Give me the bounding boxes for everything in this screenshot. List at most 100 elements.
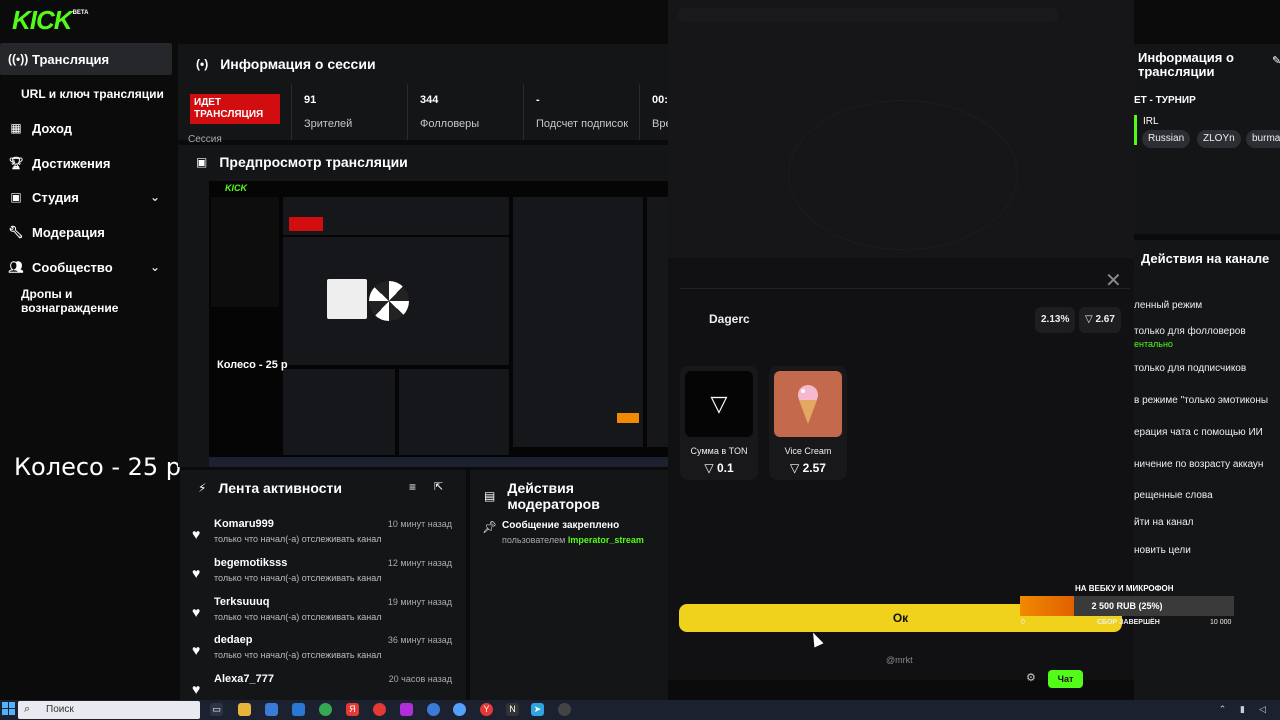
heart-icon: ♥ — [192, 642, 201, 658]
stat-value: - — [536, 94, 540, 106]
app-icon[interactable]: N — [506, 703, 519, 716]
mini-chat — [513, 197, 643, 447]
channel-action-slow-mode[interactable]: ленный режим — [1134, 300, 1202, 311]
store-icon[interactable] — [265, 703, 278, 716]
preview-wheel-label: Колесо - 25 р — [217, 359, 288, 371]
yandex-browser-icon[interactable]: Y — [480, 703, 493, 716]
mini-goal — [617, 413, 639, 423]
channel-action-banned-words[interactable]: рещенные слова — [1134, 490, 1213, 501]
channel-action-followers-only[interactable]: только для фолловеров — [1134, 326, 1246, 337]
channel-action-emote-only[interactable]: в режиме "только эмотиконы — [1134, 395, 1268, 406]
sidebar-item-url-key[interactable]: URL и ключ трансляции — [0, 78, 172, 110]
volume-icon[interactable]: ◁ — [1256, 703, 1269, 716]
sidebar-item-achievements[interactable]: 🏆︎ Достижения — [0, 147, 172, 179]
activity-username[interactable]: dedaep — [214, 634, 253, 646]
ton-amount-card[interactable]: ▽ Сумма в TON ▽ 0.1 — [680, 366, 758, 480]
activity-username[interactable]: Terksuuuq — [214, 596, 269, 608]
settings-icon[interactable]: ⚙ — [1026, 671, 1036, 684]
sidebar-item-drops[interactable]: Дропы и вознаграждение — [0, 285, 172, 317]
stream-category[interactable]: IRL — [1143, 116, 1159, 127]
channel-action-ai-moderation[interactable]: ерация чата с помощью ИИ — [1134, 427, 1263, 438]
mini-live-badge — [289, 217, 323, 231]
stream-preview-video[interactable]: KICK — [209, 181, 668, 467]
sidebar-item-studio[interactable]: ▣ Студия ⌄ — [0, 181, 172, 213]
channel-action-status: ентально — [1134, 339, 1173, 349]
sidebar-item-label: Студия — [32, 189, 79, 205]
activity-username[interactable]: Alexa7_777 — [214, 673, 274, 685]
stat-label: Зрителей — [304, 118, 353, 130]
ton-icon: ▽ — [685, 371, 753, 437]
search-icon: ⌕ — [24, 703, 31, 715]
vice-cream-card[interactable]: Vice Cream ▽ 2.57 — [769, 366, 847, 480]
stat-viewers: 91 Зрителей — [291, 84, 407, 140]
goal-min: 0 — [1021, 619, 1025, 626]
mod-action-text: Сообщение закреплено — [502, 520, 620, 531]
tray-icon[interactable]: ⌃ — [1216, 703, 1229, 716]
card-price: ▽ 0.1 — [704, 461, 734, 475]
mod-action-user[interactable]: Imperator_stream — [568, 535, 644, 545]
mini-moderation — [399, 369, 509, 455]
activity-username[interactable]: begemotiksss — [214, 557, 287, 569]
channel-action-go-to-channel[interactable]: йти на канал — [1134, 517, 1193, 528]
popout-icon[interactable]: ⇱ — [434, 480, 443, 493]
sidebar-item-label: Трансляция — [32, 51, 110, 67]
mini-right-panel — [647, 197, 668, 447]
telegram-icon[interactable]: ➤ — [531, 703, 544, 716]
panel-title-text: Предпросмотр трансляции — [219, 154, 408, 170]
heart-icon: ♥ — [192, 565, 201, 581]
channel-action-account-age[interactable]: ничение по возрасту аккаун — [1134, 459, 1263, 470]
stat-subscriptions: - Подсчет подписок — [523, 84, 639, 140]
sidebar-item-label: URL и ключ трансляции — [21, 87, 164, 101]
yandex-icon[interactable]: Я — [346, 703, 359, 716]
browser-icon[interactable] — [453, 703, 466, 716]
kick-logo[interactable]: KICK BETA — [8, 7, 88, 36]
channel-action-subscribers-only[interactable]: только для подписчиков — [1134, 363, 1246, 374]
session-sub-label: Сессия — [188, 134, 222, 145]
sidebar-item-moderation[interactable]: 🔧︎ Модерация — [0, 216, 172, 248]
activity-desc: только что начал(-а) отслеживать канал — [214, 612, 382, 622]
lightning-icon: ⚡︎ — [198, 481, 207, 495]
mail-icon[interactable] — [292, 703, 305, 716]
stat-label: Вре — [652, 118, 668, 130]
stream-title: ЕТ - ТУРНИР — [1134, 95, 1196, 106]
chat-button[interactable]: Чат — [1048, 670, 1083, 688]
sidebar-item-broadcast[interactable]: ((•)) Трансляция — [0, 43, 172, 75]
session-info-title: (•) Информация о сессии — [196, 56, 376, 72]
sidebar-item-label: Доход — [32, 120, 72, 136]
goal-progress-bar: 2 500 RUB (25%) — [1020, 596, 1234, 616]
close-icon[interactable]: ✕ — [1105, 268, 1122, 293]
obs-icon[interactable] — [558, 703, 571, 716]
mrkt-footer: @mrkt — [886, 655, 913, 665]
edit-icon[interactable]: ✎ — [1272, 54, 1280, 67]
network-icon[interactable]: ▮ — [1236, 703, 1249, 716]
filter-icon[interactable]: ≡ — [409, 480, 416, 494]
mini-sidebar — [211, 197, 279, 307]
stat-value: 344 — [420, 94, 439, 106]
windows-start-icon[interactable] — [2, 702, 16, 716]
taskbar-search[interactable]: ⌕ Поиск — [18, 701, 200, 719]
stream-info-title: Информация о трансляции — [1138, 50, 1234, 79]
category-thumb — [1134, 115, 1137, 145]
file-explorer-icon[interactable] — [238, 703, 251, 716]
goal-max: 10 000 — [1210, 619, 1232, 626]
sidebar-item-income[interactable]: ▦ Доход — [0, 112, 172, 144]
activity-desc: только что начал(-а) отслеживать канал — [214, 534, 382, 544]
activity-username[interactable]: Komaru999 — [214, 518, 274, 530]
chrome-icon[interactable] — [319, 703, 332, 716]
app-icon[interactable] — [400, 703, 413, 716]
list-item: ♥ dedaep 36 минут назад только что начал… — [192, 634, 462, 670]
panel-title-text: Лента активности — [218, 480, 342, 496]
app-icon[interactable] — [427, 703, 440, 716]
stream-tag: Russian — [1142, 130, 1191, 148]
channel-actions-title: Действия на канале — [1141, 251, 1270, 266]
stream-preview-title: ▣ Предпросмотр трансляции — [196, 154, 408, 170]
channel-action-update-goals[interactable]: новить цели — [1134, 545, 1191, 556]
sidebar-item-community[interactable]: 👥︎ Сообщество ⌄ — [0, 251, 172, 283]
sidebar-item-label: Достижения — [32, 155, 111, 171]
activity-feed-panel: ⚡︎ Лента активности ≡ ⇱ ♥ Komaru999 10 м… — [180, 470, 466, 700]
task-view-icon[interactable]: ▭ — [210, 703, 223, 716]
opera-icon[interactable] — [373, 703, 386, 716]
stream-overlay-text: Колесо - 25 р — [14, 453, 182, 481]
chevron-down-icon: ⌄ — [149, 260, 160, 274]
trophy-icon: 🏆︎ — [8, 156, 24, 170]
